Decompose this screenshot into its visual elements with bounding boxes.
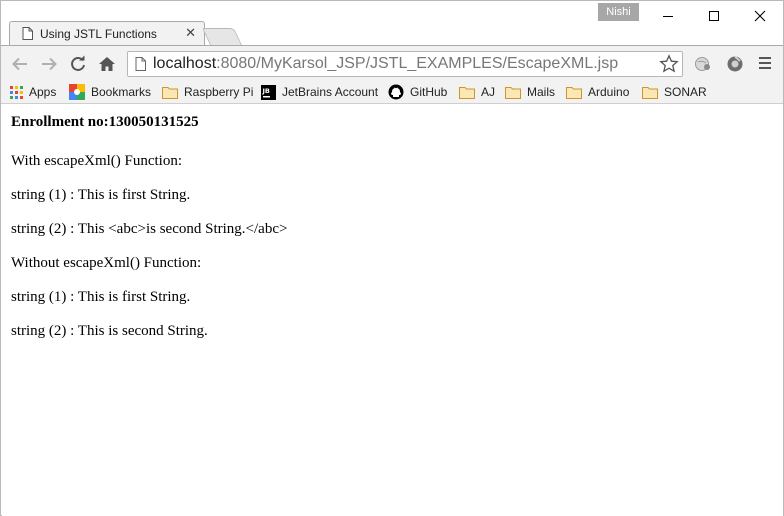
bookmark-label: Raspberry Pi xyxy=(184,85,254,99)
without-escapexml-heading: Without escapeXml() Function: xyxy=(11,255,202,271)
bookmark-folder-aj[interactable]: AJ xyxy=(459,83,495,101)
back-arrow-icon xyxy=(12,57,27,71)
folder-icon xyxy=(162,86,178,99)
page-icon xyxy=(22,27,33,40)
back-button[interactable] xyxy=(9,53,31,75)
url-text: localhost:8080/MyKarsol_JSP/JSTL_EXAMPLE… xyxy=(153,55,618,73)
close-window-button[interactable] xyxy=(737,1,783,31)
forward-button[interactable] xyxy=(38,53,60,75)
page-content: Enrollment no:130050131525 With escapeXm… xyxy=(2,105,783,516)
bookmark-label: SONAR xyxy=(664,85,707,99)
browser-menu-button[interactable] xyxy=(758,55,772,76)
reload-icon xyxy=(71,55,85,71)
bookmark-label: Arduino xyxy=(588,85,630,99)
page-info-icon xyxy=(135,57,146,71)
menu-icon xyxy=(759,57,771,69)
unescaped-string-1: string (1) : This is first String. xyxy=(11,289,191,305)
svg-text:JB: JB xyxy=(262,87,270,95)
folder-icon xyxy=(505,86,521,99)
bookmarks-bar: Apps Bookmarks Raspberry Pi JB JetBrains… xyxy=(1,80,783,104)
minimize-icon xyxy=(663,16,673,17)
escaped-string-1: string (1) : This is first String. xyxy=(11,187,191,203)
url-host: localhost xyxy=(153,55,217,72)
bookmark-apps[interactable]: Apps xyxy=(10,83,56,101)
toolbar: localhost:8080/MyKarsol_JSP/JSTL_EXAMPLE… xyxy=(1,45,783,80)
close-icon xyxy=(754,10,766,22)
bookmark-bookmarks[interactable]: Bookmarks xyxy=(69,83,151,101)
browser-window: Using JSTL Functions ✕ Nishi localhost:8… xyxy=(0,0,784,516)
unescaped-string-2: string (2) : This is second String. xyxy=(11,323,208,339)
reload-button[interactable] xyxy=(67,53,89,75)
maximize-icon xyxy=(709,11,719,21)
tab-title: Using JSTL Functions xyxy=(40,27,157,41)
bookmark-label: Apps xyxy=(29,85,57,99)
bookmark-github[interactable]: GitHub xyxy=(388,83,447,101)
forward-arrow-icon xyxy=(42,57,57,71)
bookmark-label: GitHub xyxy=(410,85,448,99)
bookmark-label: JetBrains Account xyxy=(282,85,379,99)
address-bar[interactable]: localhost:8080/MyKarsol_JSP/JSTL_EXAMPLE… xyxy=(127,51,683,77)
bookmark-star-icon[interactable] xyxy=(659,54,679,74)
url-path: :8080/MyKarsol_JSP/JSTL_EXAMPLES/EscapeX… xyxy=(216,55,619,72)
extension-icon xyxy=(727,55,743,72)
tab-close-icon[interactable]: ✕ xyxy=(185,25,196,41)
bookmark-folder-sonar[interactable]: SONAR xyxy=(642,83,707,101)
bookmark-label: Mails xyxy=(527,85,556,99)
profile-badge[interactable]: Nishi xyxy=(598,3,639,21)
bookmark-folder-raspberry-pi[interactable]: Raspberry Pi xyxy=(162,83,253,101)
folder-icon xyxy=(642,86,658,99)
folder-icon xyxy=(566,86,582,99)
escaped-string-2: string (2) : This <abc>is second String.… xyxy=(11,221,288,237)
bookmark-folder-arduino[interactable]: Arduino xyxy=(566,83,629,101)
bookmark-label: AJ xyxy=(481,85,496,99)
bookmarks-icon xyxy=(69,84,85,100)
bookmark-jetbrains-account[interactable]: JB JetBrains Account xyxy=(261,83,378,101)
minimize-button[interactable] xyxy=(645,1,691,31)
tab-active[interactable]: Using JSTL Functions ✕ xyxy=(9,21,205,46)
new-tab-button[interactable] xyxy=(202,28,242,45)
with-escapexml-heading: With escapeXml() Function: xyxy=(11,153,183,169)
home-icon xyxy=(99,57,115,71)
home-button[interactable] xyxy=(96,53,118,75)
bookmark-label: Bookmarks xyxy=(91,85,152,99)
extension-globe-icon xyxy=(695,57,710,71)
apps-grid-icon xyxy=(10,85,23,99)
folder-icon xyxy=(459,86,475,99)
maximize-button[interactable] xyxy=(691,1,737,31)
extension-button-2[interactable] xyxy=(725,54,745,74)
title-bar: Using JSTL Functions ✕ Nishi xyxy=(1,1,783,46)
extension-button-1[interactable] xyxy=(693,54,713,74)
jetbrains-icon: JB xyxy=(261,84,276,100)
github-icon xyxy=(388,84,404,100)
enrollment-heading: Enrollment no:130050131525 xyxy=(11,114,199,130)
bookmark-folder-mails[interactable]: Mails xyxy=(505,83,555,101)
